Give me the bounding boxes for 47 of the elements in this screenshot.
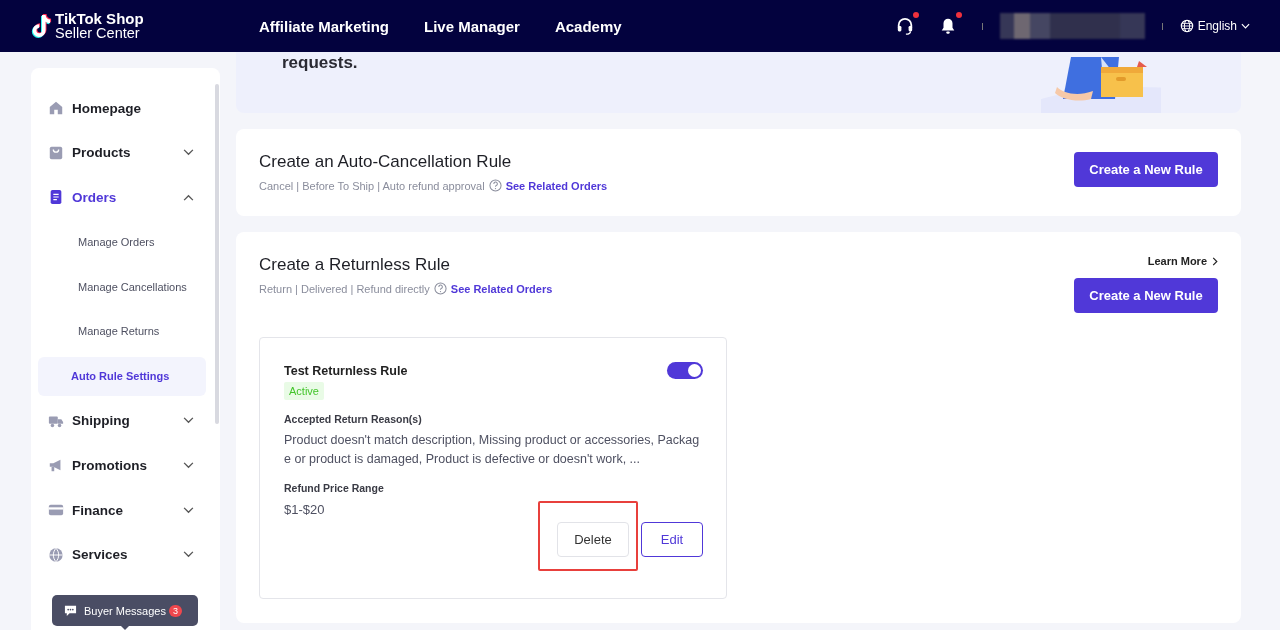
return-reasons: Product doesn't match description, Missing product or accessories, Package or product is damaged, Product is defective or doesn't work, ... bbox=[284, 432, 701, 468]
edit-button[interactable]: Edit bbox=[641, 522, 703, 557]
field-label: Refund Price Range bbox=[284, 482, 385, 494]
sidebar-item[interactable]: Services bbox=[31, 532, 220, 577]
chevron-right-icon bbox=[1212, 256, 1218, 266]
delete-button[interactable]: Delete bbox=[557, 522, 629, 557]
sidebar-item[interactable]: Orders bbox=[31, 175, 220, 220]
learn-more-link[interactable]: Learn More bbox=[1147, 255, 1218, 267]
section-title: Create an Auto-Cancellation Rule bbox=[259, 152, 513, 172]
banner-text: requests. bbox=[282, 53, 358, 74]
headset-icon[interactable] bbox=[895, 17, 914, 35]
toggle-switch[interactable] bbox=[667, 362, 703, 379]
related-orders-link[interactable]: See Related Orders bbox=[450, 282, 553, 295]
sidebar-item[interactable]: Products bbox=[31, 130, 220, 176]
status-badge: Active bbox=[284, 382, 324, 400]
related-orders-link[interactable]: See Related Orders bbox=[505, 179, 608, 192]
nav-link[interactable]: Live Manager bbox=[424, 17, 520, 35]
section-subtitle: Return | Delivered | Refund directly bbox=[259, 282, 430, 295]
create-rule-button[interactable]: Create a New Rule bbox=[1074, 152, 1218, 187]
sidebar-item[interactable]: Shipping bbox=[31, 398, 220, 444]
rule-name: Test Returnless Rule bbox=[284, 363, 408, 378]
section-subtitle: Cancel | Before To Ship | Auto refund approval bbox=[259, 179, 485, 192]
globe-icon bbox=[1179, 19, 1194, 33]
nav-link[interactable]: Affiliate Marketing bbox=[259, 17, 390, 35]
field-label: Accepted Return Reason(s) bbox=[284, 413, 423, 425]
help-icon[interactable] bbox=[488, 179, 502, 192]
nav-link[interactable]: Academy bbox=[554, 17, 622, 35]
logo-icon[interactable] bbox=[30, 13, 52, 39]
help-icon[interactable] bbox=[433, 282, 447, 295]
sidebar-item[interactable]: Promotions bbox=[31, 443, 220, 488]
price-range: $1-$20 bbox=[284, 502, 326, 517]
sidebar-subitem[interactable]: Manage Orders bbox=[38, 219, 206, 265]
chat-icon bbox=[64, 604, 77, 617]
sidebar-subitem[interactable]: Manage Cancellations bbox=[38, 264, 206, 309]
unread-count: 3 bbox=[168, 604, 182, 617]
home-icon bbox=[48, 100, 64, 117]
sidebar-item[interactable]: Homepage bbox=[31, 86, 220, 131]
chevron-down-icon bbox=[1241, 23, 1250, 29]
document-icon bbox=[48, 189, 64, 206]
sidebar-subitem[interactable]: Manage Returns bbox=[38, 308, 206, 354]
globe-icon bbox=[48, 546, 64, 563]
bag-icon bbox=[48, 144, 64, 161]
language-selector[interactable]: English bbox=[1179, 19, 1250, 33]
sidebar-item[interactable]: Finance bbox=[31, 487, 220, 533]
sidebar-subitem[interactable]: Auto Rule Settings bbox=[38, 356, 206, 396]
create-rule-button[interactable]: Create a New Rule bbox=[1074, 278, 1218, 313]
section-title: Create a Returnless Rule bbox=[259, 255, 451, 275]
